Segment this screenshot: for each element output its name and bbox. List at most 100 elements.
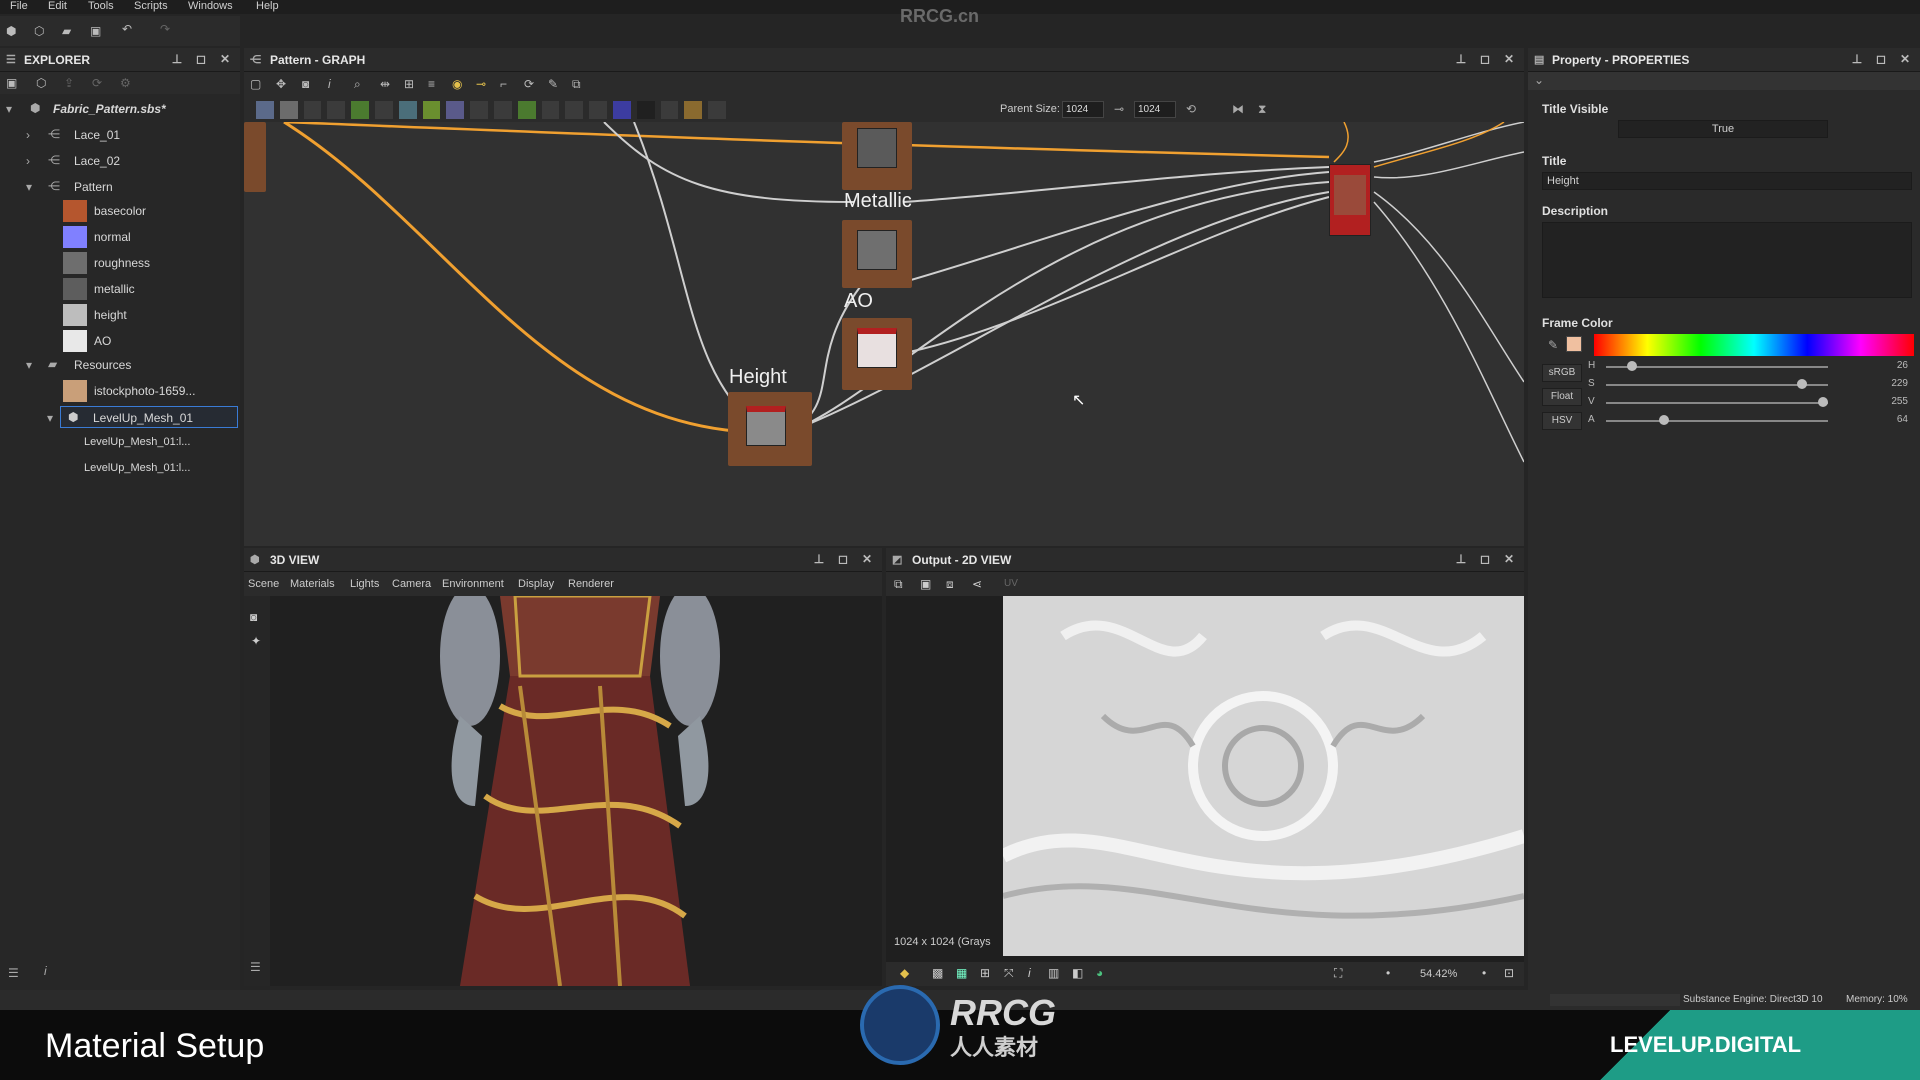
histogram-icon[interactable]: ▥ <box>1048 966 1059 980</box>
maximize-icon[interactable]: ◻ <box>1874 52 1888 66</box>
chevron-down-icon[interactable]: ⌄ <box>1534 73 1544 87</box>
menu-display[interactable]: Display <box>518 578 554 590</box>
hue-spectrum[interactable] <box>1594 334 1914 356</box>
shape-icon[interactable] <box>493 101 512 119</box>
chevron-down-icon[interactable]: ▾ <box>47 411 53 425</box>
layers-icon[interactable]: ◆ <box>900 966 909 980</box>
output-node[interactable] <box>1329 164 1371 236</box>
color-swatch[interactable] <box>1566 336 1582 352</box>
height-frame[interactable] <box>728 392 812 466</box>
blur-icon[interactable] <box>446 101 465 119</box>
fit-icon[interactable]: ⛶ <box>1334 966 1342 981</box>
save-icon[interactable]: ▣ <box>920 577 931 591</box>
parent-size-dropdown[interactable]: 1024 <box>1062 101 1104 118</box>
tree-toggle-icon[interactable]: ☰ <box>250 960 261 974</box>
ao-frame[interactable] <box>842 318 912 390</box>
save-icon[interactable]: ▣ <box>6 76 17 90</box>
bake-settings-icon[interactable]: ⧗ <box>1258 102 1266 117</box>
close-icon[interactable]: ✕ <box>1502 552 1516 566</box>
uniform-color-icon[interactable] <box>279 101 298 119</box>
layout-icon[interactable]: ⊞ <box>404 77 414 91</box>
light-icon[interactable]: ✦ <box>251 634 261 648</box>
pin-icon[interactable]: ⊥ <box>170 52 184 66</box>
info-icon[interactable]: i <box>44 964 47 978</box>
menu-scripts[interactable]: Scripts <box>134 0 168 12</box>
menu-help[interactable]: Help <box>256 0 279 12</box>
node-thumbnail[interactable] <box>857 128 897 168</box>
tree-item-roughness[interactable]: roughness <box>0 252 240 274</box>
zoom-dot-icon[interactable]: • <box>1386 966 1390 980</box>
export-icon[interactable]: ⧈ <box>946 577 954 592</box>
bake-icon[interactable]: ⧓ <box>1232 102 1244 116</box>
settings-icon[interactable]: ⚙ <box>120 76 131 90</box>
maximize-icon[interactable]: ◻ <box>836 552 850 566</box>
python-icon[interactable]: ◉ <box>452 77 462 91</box>
text-icon[interactable] <box>708 101 726 119</box>
open-folder-icon[interactable]: ▰ <box>62 24 71 38</box>
slider-track[interactable] <box>1606 402 1828 404</box>
camera-icon[interactable]: ◙ <box>250 610 257 624</box>
alpha-icon[interactable]: ▩ <box>932 966 943 980</box>
title-input[interactable]: Height <box>1542 172 1912 190</box>
tree-item-height[interactable]: height <box>0 304 240 326</box>
size-dropdown[interactable]: 1024 <box>1134 101 1176 118</box>
levels-icon[interactable] <box>374 101 393 119</box>
zoom-dot-icon[interactable]: • <box>1482 966 1486 980</box>
hsl-icon[interactable] <box>541 101 560 119</box>
slider-track[interactable] <box>1606 366 1828 368</box>
gradient-icon[interactable] <box>422 101 441 119</box>
menu-windows[interactable]: Windows <box>188 0 233 12</box>
fx-map-icon[interactable] <box>660 101 679 119</box>
grayscale-icon[interactable] <box>565 101 584 119</box>
move-icon[interactable]: ✥ <box>276 77 286 91</box>
slider-knob[interactable] <box>1627 361 1638 371</box>
node-thumbnail[interactable] <box>857 230 897 270</box>
maximize-icon[interactable]: ◻ <box>1478 52 1492 66</box>
menu-tools[interactable]: Tools <box>88 0 114 12</box>
collapse-bar[interactable]: ⌄ <box>1528 72 1920 90</box>
refresh-icon[interactable]: ⟳ <box>92 76 102 90</box>
color-picker-icon[interactable]: ◕ <box>1096 966 1103 980</box>
menu-scene[interactable]: Scene <box>248 578 279 590</box>
chevron-down-icon[interactable]: ▾ <box>6 102 12 116</box>
warning-icon[interactable] <box>684 101 703 119</box>
slider-a[interactable]: A 64 <box>1588 414 1908 428</box>
tile-icon[interactable]: ⊞ <box>980 966 990 980</box>
pixel-processor-icon[interactable] <box>612 101 631 119</box>
tree-item-lace01[interactable]: › ⋲ Lace_01 <box>0 124 240 146</box>
menu-lights[interactable]: Lights <box>350 578 379 590</box>
slider-knob[interactable] <box>1818 397 1828 407</box>
metallic-frame[interactable] <box>842 220 912 288</box>
pin-icon[interactable]: ⊥ <box>1850 52 1864 66</box>
close-icon[interactable]: ✕ <box>1898 52 1912 66</box>
tree-root[interactable]: ▾ ⬢ Fabric_Pattern.sbs* <box>0 98 240 120</box>
slider-knob[interactable] <box>1796 379 1807 389</box>
reset-icon[interactable]: ⟲ <box>1186 102 1196 116</box>
tree-item-pattern[interactable]: ▾ ⋲ Pattern <box>0 176 240 198</box>
new-package-icon[interactable]: ⬢ <box>6 24 16 38</box>
menu-environment[interactable]: Environment <box>442 578 504 590</box>
srgb-mode-button[interactable]: sRGB <box>1542 364 1582 382</box>
info-icon[interactable]: i <box>1028 966 1031 980</box>
node-thumbnail[interactable] <box>857 328 897 368</box>
tree-item-mesh-selected[interactable]: ▾ ⬢ LevelUp_Mesh_01 <box>47 406 238 428</box>
histogram-icon[interactable] <box>589 101 607 119</box>
bitmap-node-icon[interactable] <box>256 101 274 119</box>
slider-s[interactable]: S 229 <box>1588 378 1908 392</box>
noise-icon[interactable] <box>636 101 655 119</box>
tree-item-normal[interactable]: normal <box>0 226 240 248</box>
curve-icon[interactable] <box>351 101 369 119</box>
pin-icon[interactable]: ⊥ <box>1454 552 1468 566</box>
transform-icon[interactable] <box>327 101 346 119</box>
image-icon[interactable]: ◧ <box>1072 966 1083 980</box>
slider-track[interactable] <box>1606 420 1828 422</box>
pin-icon[interactable]: ⊥ <box>812 552 826 566</box>
graph-canvas[interactable]: Metallic AO Height ↖ <box>244 122 1524 546</box>
menu-camera[interactable]: Camera <box>392 578 431 590</box>
slider-track[interactable] <box>1606 384 1828 386</box>
new-graph-icon[interactable]: ⬡ <box>36 76 46 90</box>
transform-icon[interactable]: ⤧ <box>1004 966 1014 981</box>
maximize-icon[interactable]: ◻ <box>1478 552 1492 566</box>
title-visible-toggle[interactable]: True <box>1618 120 1828 138</box>
share-icon[interactable]: ⋖ <box>972 577 982 591</box>
